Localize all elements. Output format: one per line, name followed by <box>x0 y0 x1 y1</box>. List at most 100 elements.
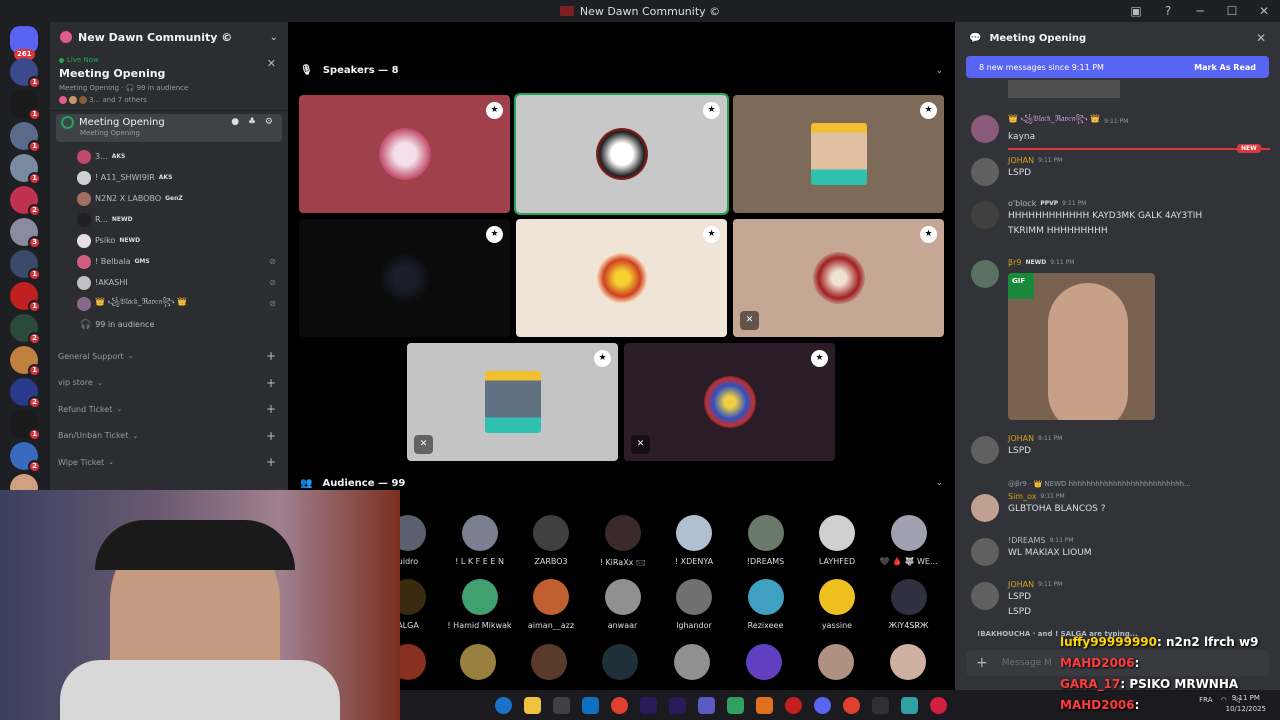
channel-action-icons[interactable]: ● ♣ ⚙ <box>231 117 276 127</box>
image-attachment[interactable] <box>1008 80 1120 98</box>
add-channel-icon[interactable]: + <box>266 349 276 363</box>
audience-member[interactable]: !DREAMS <box>730 515 802 566</box>
audience-member[interactable]: Rezixeee <box>730 579 802 630</box>
app-icon[interactable] <box>901 696 918 714</box>
server-icon[interactable]: 1 <box>10 346 41 377</box>
avatar[interactable] <box>818 644 854 680</box>
audience-count[interactable]: 🎧 99 in audience <box>50 314 288 335</box>
audience-member[interactable]: ! KiRaXx 🖂 <box>587 515 659 571</box>
server-icon[interactable]: 1 <box>10 90 41 121</box>
avatar[interactable] <box>746 644 782 680</box>
server-icon[interactable]: 2 <box>10 378 41 409</box>
stage-channel[interactable]: Meeting Opening Meeting Opening ● ♣ ⚙ <box>56 114 282 142</box>
minimize-button[interactable]: ─ <box>1184 4 1216 18</box>
app-icon[interactable] <box>872 696 889 714</box>
app-icon[interactable] <box>727 696 744 714</box>
message-author[interactable]: JOHAN <box>1008 580 1034 589</box>
message-author[interactable]: 👑 ꧁𝔅𝔩𝔞𝔠𝔨_ℜ𝔞𝔳𝔢𝔫꧂ 👑 <box>1008 113 1100 129</box>
help-icon[interactable]: ? <box>1152 4 1184 18</box>
stage-member[interactable]: ! A11_SHWI9IR AKS <box>50 167 288 188</box>
avatar[interactable] <box>460 644 496 680</box>
audience-member[interactable]: anwaar <box>587 579 659 630</box>
chat-message[interactable]: Sim_ox 9:11 PM GLBTOHA BLANCOS ? <box>971 492 1271 522</box>
edge-icon[interactable] <box>495 696 512 714</box>
add-channel-icon[interactable]: + <box>266 429 276 443</box>
chat-message[interactable]: 👑 ꧁𝔅𝔩𝔞𝔠𝔨_ℜ𝔞𝔳𝔢𝔫꧂ 👑 9:11 PM kayna <box>971 113 1271 144</box>
message-author[interactable]: Sim_ox <box>1008 492 1036 501</box>
add-channel-icon[interactable]: + <box>266 402 276 416</box>
message-author[interactable]: !DREAMS <box>1008 536 1045 545</box>
category-item[interactable]: Wipe Ticket ⌄ + <box>50 449 288 476</box>
stage-member[interactable]: !AKASHI ⊘ <box>50 272 288 293</box>
chat-message[interactable]: JOHAN 9:11 PM LSPD LSPD <box>971 580 1271 619</box>
message-author[interactable]: βr9 <box>1008 258 1021 267</box>
stage-member[interactable]: 👑 ꧁𝔅𝔩𝔞𝔠𝔨_ℜ𝔞𝔳𝔢𝔫꧂ 👑 ⊘ <box>50 293 288 314</box>
speaker-tile[interactable]: ★ <box>299 219 510 337</box>
audience-member[interactable]: aiman__azz <box>515 579 587 630</box>
stage-member[interactable]: Psiko NEWD <box>50 230 288 251</box>
mark-as-read-button[interactable]: Mark As Read <box>1194 63 1256 72</box>
audience-member[interactable]: ZARBO3 <box>515 515 587 566</box>
home-button[interactable]: 261 <box>10 26 38 60</box>
chat-message[interactable]: JOHAN 9:11 PM LSPD <box>971 156 1271 186</box>
stage-member[interactable]: 3... AKS <box>50 146 288 167</box>
inbox-icon[interactable]: ▣ <box>1120 4 1152 18</box>
speaker-tile[interactable]: ★ ✕ <box>407 343 618 461</box>
gif-attachment[interactable]: GIF <box>1008 273 1155 420</box>
message-author[interactable]: JOHAN <box>1008 156 1034 165</box>
folder-icon[interactable] <box>524 696 541 714</box>
chevron-down-icon[interactable]: ⌄ <box>935 478 943 488</box>
server-icon[interactable]: 2 <box>10 314 41 345</box>
close-button[interactable]: ✕ <box>1248 4 1280 18</box>
chat-message[interactable]: o'block PPVP 9:11 PM HHHHHHHHHHHH KAYD3MK G… <box>971 199 1271 238</box>
audience-member[interactable]: ! Hamid Mikwak <box>444 579 516 630</box>
audience-member[interactable]: yassine <box>801 579 873 630</box>
vlc-icon[interactable] <box>756 696 773 714</box>
new-messages-bar[interactable]: 8 new messages since 9:11 PM Mark As Rea… <box>966 56 1269 78</box>
avatar[interactable] <box>890 644 926 680</box>
server-icon[interactable]: 1 <box>10 282 41 313</box>
server-icon[interactable]: 2 <box>10 442 41 473</box>
speaker-tile[interactable]: ★ ✕ <box>733 219 944 337</box>
audience-member[interactable]: lghandor <box>658 579 730 630</box>
server-icon[interactable]: 1 <box>10 58 41 89</box>
speaker-tile[interactable]: ★ ✕ <box>624 343 835 461</box>
teams-icon[interactable] <box>698 696 715 714</box>
close-icon[interactable]: ✕ <box>1256 31 1266 45</box>
server-header[interactable]: New Dawn Community © ⌄ <box>50 22 288 52</box>
stage-member[interactable]: ! Belbala GMS ⊘ <box>50 251 288 272</box>
server-icon[interactable]: 1 <box>10 250 41 281</box>
message-author[interactable]: JOHAN <box>1008 434 1034 443</box>
speaker-tile[interactable]: ★ <box>299 95 510 213</box>
server-icon[interactable]: 1 <box>10 410 41 441</box>
chat-message[interactable]: βr9 NEWD 9:11 PM <box>971 258 1271 288</box>
chat-message[interactable]: JOHAN 9:11 PM LSPD <box>971 434 1271 464</box>
avatar[interactable] <box>602 644 638 680</box>
after-effects-icon[interactable] <box>669 696 686 714</box>
server-icon[interactable]: 1 <box>10 154 41 185</box>
live-now-card[interactable]: Live Now Meeting Opening Meeting Opening… <box>50 52 288 111</box>
add-channel-icon[interactable]: + <box>266 376 276 390</box>
chat-message[interactable]: !DREAMS 9:11 PM WL MAKIAX LIOUM <box>971 536 1271 566</box>
stage-member[interactable]: R... NEWD <box>50 209 288 230</box>
server-icon[interactable]: 1 <box>10 122 41 153</box>
audience-member[interactable]: ЖiY4SR̷Ж <box>873 579 945 630</box>
discord-icon[interactable] <box>814 696 831 714</box>
audience-member[interactable]: ! L K F E E N <box>444 515 516 566</box>
app-icon[interactable] <box>785 696 802 714</box>
premiere-icon[interactable] <box>640 696 657 714</box>
add-attachment-icon[interactable]: + <box>976 655 988 671</box>
server-icon[interactable]: 3 <box>10 218 41 249</box>
speaker-tile[interactable]: ★ <box>514 93 729 215</box>
store-icon[interactable] <box>553 696 570 714</box>
server-icon[interactable]: 2 <box>10 186 41 217</box>
add-channel-icon[interactable]: + <box>266 455 276 469</box>
composer-placeholder[interactable]: Message M <box>1002 658 1052 668</box>
chrome-icon[interactable] <box>843 696 860 714</box>
speaker-tile[interactable]: ★ <box>733 95 944 213</box>
avatar[interactable] <box>531 644 567 680</box>
message-author[interactable]: o'block <box>1008 199 1036 208</box>
category-item[interactable]: vip store ⌄ + <box>50 370 288 397</box>
audience-member[interactable]: 🖤 🩸 🐺 WE... <box>873 515 945 566</box>
obs-icon[interactable] <box>930 696 947 714</box>
